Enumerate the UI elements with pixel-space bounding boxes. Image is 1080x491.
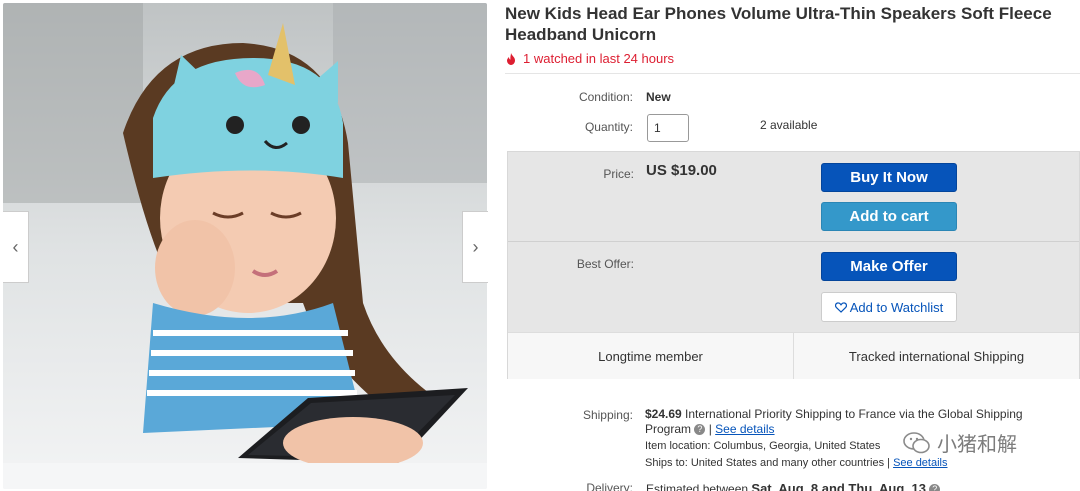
watermark-text: 小猪和解 [937, 434, 1017, 456]
quantity-label: Quantity: [584, 120, 633, 134]
add-to-watchlist-button[interactable]: Add to Watchlist [821, 292, 957, 322]
add-to-watchlist-label: Add to Watchlist [849, 299, 944, 315]
see-details-link[interactable]: See details [715, 422, 774, 436]
product-photo-illustration [3, 3, 487, 489]
chevron-right-icon: › [472, 236, 479, 257]
delivery-estimate: Estimated between Sat. Aug. 8 and Thu. A… [646, 481, 941, 491]
shipping-cost: $24.69 [645, 407, 682, 421]
delivery-dates: Sat. Aug. 8 and Thu. Aug. 13 [751, 481, 926, 491]
see-details-link-2[interactable]: See details [893, 457, 947, 469]
gallery-prev-button[interactable]: ‹ [3, 211, 29, 283]
divider [505, 73, 1080, 74]
make-offer-button[interactable]: Make Offer [821, 252, 957, 281]
wechat-icon [903, 431, 930, 453]
flame-icon [507, 52, 515, 65]
quantity-input[interactable] [647, 114, 689, 142]
watch-alert: 1 watched in last 24 hours [505, 51, 674, 66]
delivery-prefix: Estimated between [646, 482, 749, 491]
box-divider [508, 241, 1079, 242]
watch-text: 1 watched in last 24 hours [523, 51, 675, 66]
price-value: US $19.00 [646, 162, 717, 179]
seller-features: Longtime member Tracked international Sh… [508, 332, 1079, 379]
best-offer-label: Best Offer: [576, 257, 634, 271]
feature-longtime-member: Longtime member [598, 348, 703, 364]
delivery-help-icon[interactable]: ? [929, 484, 941, 491]
chevron-left-icon: ‹ [12, 236, 19, 257]
listing-panel: New Kids Head Ear Phones Volume Ultra-Th… [505, 0, 1080, 491]
feature-tracked-shipping: Tracked international Shipping [793, 333, 1079, 379]
shipping-method-cont: Program [645, 422, 692, 436]
purchase-box: Price: US $19.00 Buy It Now Add to cart … [507, 151, 1080, 379]
gallery-next-button[interactable]: › [462, 211, 488, 283]
condition-label: Condition: [578, 90, 633, 104]
price-label: Price: [603, 167, 634, 181]
shipping-method: International Priority Shipping to Franc… [685, 407, 1023, 421]
shipping-label: Shipping: [582, 408, 633, 422]
delivery-label: Delivery: [586, 481, 633, 491]
buy-it-now-button[interactable]: Buy It Now [821, 163, 957, 192]
watermark: 小猪和解 [903, 428, 1017, 457]
help-icon[interactable]: ? [694, 424, 706, 436]
heart-icon [834, 301, 847, 313]
available-text: 2 available [760, 118, 818, 132]
add-to-cart-button[interactable]: Add to cart [821, 202, 957, 231]
product-photo[interactable] [3, 3, 487, 489]
product-title: New Kids Head Ear Phones Volume Ultra-Th… [505, 4, 1052, 44]
image-gallery: ‹ › [0, 0, 490, 491]
ships-to: Ships to: United States and many other c… [645, 457, 890, 469]
condition-value: New [646, 90, 671, 104]
